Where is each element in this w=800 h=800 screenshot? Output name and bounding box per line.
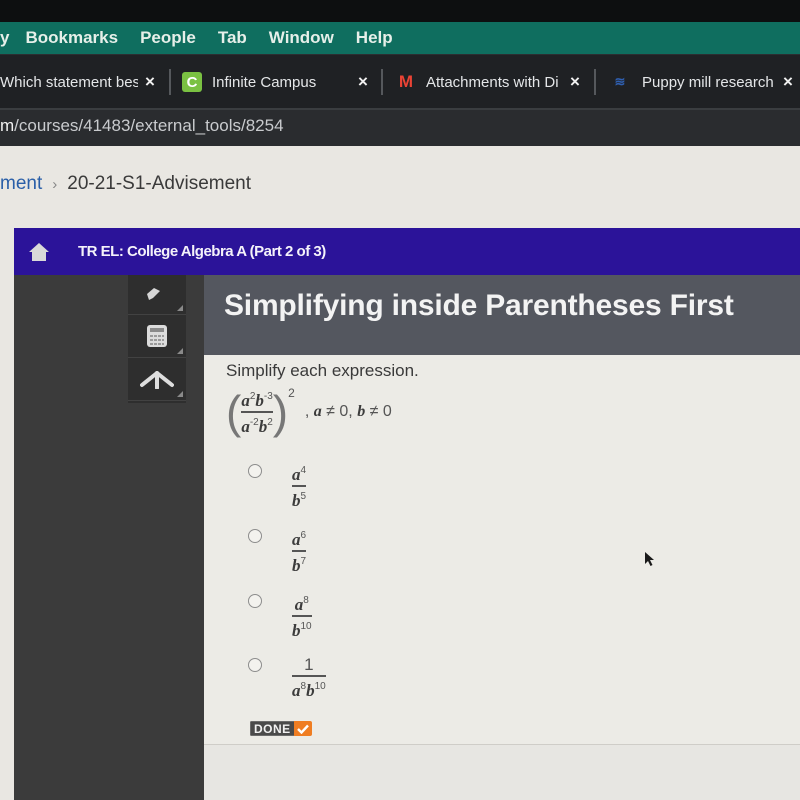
expand-corner-icon bbox=[177, 391, 183, 397]
breadcrumb-current: 20-21-S1-Advisement bbox=[67, 173, 252, 194]
tab-infinite-campus[interactable]: C Infinite Campus × bbox=[182, 67, 383, 97]
pencil-icon bbox=[147, 287, 160, 300]
question-expression: ( a2b-3 a-2b2 ) 2 , a ≠ 0, b ≠ 0 bbox=[226, 385, 392, 438]
menu-bar: y Bookmarks People Tab Window Help bbox=[0, 22, 800, 54]
tab-gmail-attachments[interactable]: M Attachments with Di × bbox=[396, 67, 596, 97]
fraction-bar bbox=[241, 411, 273, 413]
question-footer bbox=[204, 744, 800, 800]
answer-choice[interactable]: a6 b7 bbox=[248, 527, 307, 575]
collapse-tool-button[interactable] bbox=[128, 358, 186, 401]
close-icon[interactable]: × bbox=[570, 72, 580, 92]
menu-item-window[interactable]: Window bbox=[269, 28, 334, 48]
course-title: TR EL: College Algebra A (Part 2 of 3) bbox=[78, 243, 326, 260]
gmail-icon: M bbox=[398, 72, 414, 91]
screen-bezel bbox=[0, 0, 800, 22]
choice-fraction: a6 b7 bbox=[292, 530, 307, 575]
lesson-app-frame: TR EL: College Algebra A (Part 2 of 3) S… bbox=[14, 228, 800, 800]
right-paren: ) bbox=[272, 385, 289, 438]
close-icon[interactable]: × bbox=[358, 72, 368, 92]
radio-button[interactable] bbox=[248, 658, 262, 672]
tab-title: Attachments with Di bbox=[426, 73, 559, 91]
tab-separator bbox=[594, 69, 596, 95]
done-button[interactable]: DONE bbox=[250, 721, 312, 736]
expression-fraction: a2b-3 a-2b2 bbox=[241, 388, 273, 436]
expand-corner-icon bbox=[177, 348, 183, 354]
choice-fraction: a4 b5 bbox=[292, 465, 307, 510]
lesson-title: Simplifying inside Parentheses First bbox=[224, 289, 734, 322]
lesson-header: Simplifying inside Parentheses First bbox=[204, 275, 800, 355]
menu-item-bookmarks[interactable]: Bookmarks bbox=[25, 28, 118, 48]
pencil-tool-button[interactable] bbox=[128, 275, 186, 315]
address-bar[interactable]: m/courses/41483/external_tools/8254 bbox=[0, 108, 800, 146]
menu-item-help[interactable]: Help bbox=[356, 28, 393, 48]
home-button[interactable] bbox=[14, 228, 64, 275]
menu-item-people[interactable]: People bbox=[140, 28, 196, 48]
breadcrumb-separator: › bbox=[52, 176, 58, 193]
answer-choice[interactable]: a4 b5 bbox=[248, 462, 307, 510]
tab-separator bbox=[169, 69, 171, 95]
answer-choice[interactable]: a8 b10 bbox=[248, 592, 312, 640]
tab-title: Infinite Campus bbox=[212, 73, 317, 91]
calculator-icon bbox=[147, 325, 167, 347]
web-page: ment › 20-21-S1-Advisement TR EL: College … bbox=[0, 146, 800, 800]
url-text[interactable]: m/courses/41483/external_tools/8254 bbox=[0, 116, 284, 136]
expression-numerator: a2b-3 bbox=[241, 391, 273, 410]
variable-conditions: , a ≠ 0, b ≠ 0 bbox=[304, 402, 392, 420]
website-logo-icon: ≋ bbox=[614, 74, 626, 89]
choice-fraction: 1 a8b10 bbox=[292, 655, 326, 700]
question-panel: Simplify each expression. ( a2b-3 a-2b2 … bbox=[204, 355, 800, 744]
breadcrumb-parent-link[interactable]: ment bbox=[0, 173, 42, 194]
tool-palette bbox=[128, 275, 186, 403]
expression-denominator: a-2b2 bbox=[241, 416, 273, 436]
url-host-fragment: m bbox=[0, 116, 15, 135]
tab-title: Which statement bes bbox=[0, 73, 138, 91]
calculator-tool-button[interactable] bbox=[128, 315, 186, 358]
home-icon bbox=[29, 242, 49, 261]
outer-exponent: 2 bbox=[288, 386, 295, 400]
close-icon[interactable]: × bbox=[783, 72, 793, 92]
url-path: /courses/41483/external_tools/8254 bbox=[14, 116, 284, 135]
tab-puppy-mill[interactable]: ≋ Puppy mill research × bbox=[608, 67, 800, 97]
tab-title: Puppy mill research bbox=[642, 73, 774, 91]
radio-button[interactable] bbox=[248, 594, 262, 608]
radio-button[interactable] bbox=[248, 529, 262, 543]
left-paren: ( bbox=[226, 385, 242, 438]
close-icon[interactable]: × bbox=[145, 72, 155, 92]
tab-separator bbox=[381, 69, 383, 95]
menu-item-history[interactable]: y bbox=[0, 28, 9, 48]
radio-button[interactable] bbox=[248, 464, 262, 478]
answer-choice[interactable]: 1 a8b10 bbox=[248, 656, 326, 700]
menu-item-tab[interactable]: Tab bbox=[218, 28, 247, 48]
tab-strip: Which statement bes × C Infinite Campus … bbox=[0, 54, 800, 108]
expand-corner-icon bbox=[177, 305, 183, 311]
checkmark-icon bbox=[293, 721, 312, 736]
done-label: DONE bbox=[250, 721, 294, 736]
breadcrumb: ment › 20-21-S1-Advisement bbox=[0, 173, 251, 195]
mouse-cursor-icon bbox=[645, 552, 654, 566]
choice-fraction: a8 b10 bbox=[292, 595, 312, 640]
course-header: TR EL: College Algebra A (Part 2 of 3) bbox=[14, 228, 800, 275]
collapse-up-icon bbox=[140, 371, 174, 389]
infinite-campus-icon: C bbox=[182, 72, 202, 92]
tab-which-statement[interactable]: Which statement bes × bbox=[0, 67, 171, 97]
question-prompt: Simplify each expression. bbox=[226, 361, 419, 380]
